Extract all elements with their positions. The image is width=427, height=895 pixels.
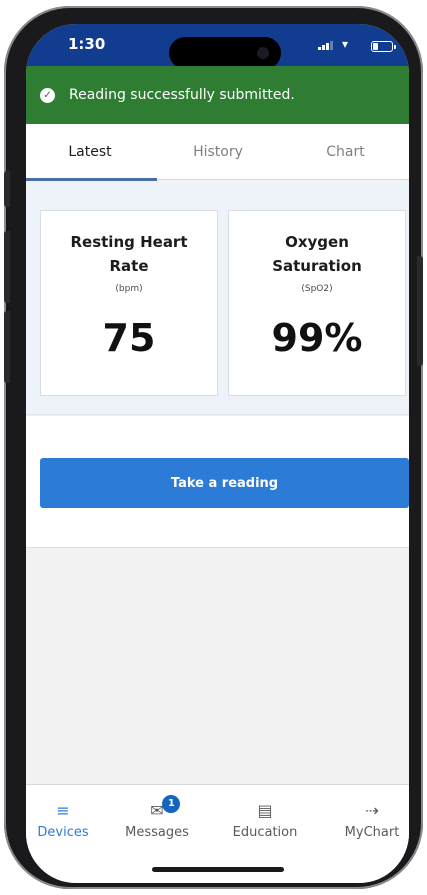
oxygen-saturation-value: 99% <box>271 316 363 360</box>
card-unit: (SpO2) <box>301 284 333 294</box>
status-bar: 1:30 ▾ <box>26 24 409 69</box>
nav-item-mychart[interactable]: ⇢ MyChart <box>324 799 409 840</box>
sign-in-icon: ⇢ <box>365 801 379 820</box>
camera-icon <box>257 47 269 59</box>
banner-message: Reading successfully submitted. <box>69 87 295 103</box>
card-title: Resting Heart Rate <box>70 233 188 275</box>
tab-history[interactable]: History <box>154 124 282 180</box>
card-title: Oxygen Saturation <box>272 233 362 275</box>
power-button <box>417 256 423 366</box>
nav-item-education[interactable]: ▤ Education <box>217 799 313 840</box>
tab-chart[interactable]: Chart <box>282 124 409 180</box>
nav-label: Education <box>232 825 298 840</box>
nav-label: MyChart <box>344 825 400 840</box>
nav-item-devices[interactable]: ≡ Devices <box>26 799 111 840</box>
nav-label: Messages <box>125 825 189 840</box>
tab-latest[interactable]: Latest <box>26 124 154 180</box>
heart-rate-value: 75 <box>102 316 156 360</box>
message-count-badge: 1 <box>162 795 181 813</box>
book-icon: ▤ <box>257 801 273 820</box>
mute-switch <box>4 171 10 207</box>
tab-bar: Latest History Chart <box>26 124 409 180</box>
envelope-icon: ✉ 1 <box>150 795 181 823</box>
phone-frame: 1:30 ▾ ✓ Reading successfully submitted.… <box>4 6 423 889</box>
status-time: 1:30 <box>68 35 106 53</box>
oxygen-saturation-card: Oxygen Saturation (SpO2) 99% <box>228 210 406 396</box>
volume-down-button <box>4 311 10 383</box>
check-circle-icon: ✓ <box>40 87 55 103</box>
list-icon: ≡ <box>56 801 70 820</box>
wifi-icon: ▾ <box>342 37 349 51</box>
nav-item-messages[interactable]: ✉ 1 Messages <box>109 795 205 840</box>
screen: 1:30 ▾ ✓ Reading successfully submitted.… <box>26 24 409 883</box>
success-banner: ✓ Reading successfully submitted. <box>26 66 409 124</box>
heart-rate-card: Resting Heart Rate (bpm) 75 <box>40 210 218 396</box>
battery-icon <box>371 41 396 52</box>
battery-level <box>373 43 378 50</box>
volume-up-button <box>4 231 10 303</box>
readings-panel: Resting Heart Rate (bpm) 75 Oxygen Satur… <box>26 181 409 415</box>
dynamic-island <box>169 37 281 69</box>
nav-label: Devices <box>37 825 89 840</box>
card-unit: (bpm) <box>115 284 143 294</box>
cellular-signal-icon <box>318 41 333 50</box>
action-panel: Take a reading <box>26 416 409 548</box>
home-indicator[interactable] <box>152 867 284 872</box>
take-reading-button[interactable]: Take a reading <box>40 458 409 508</box>
